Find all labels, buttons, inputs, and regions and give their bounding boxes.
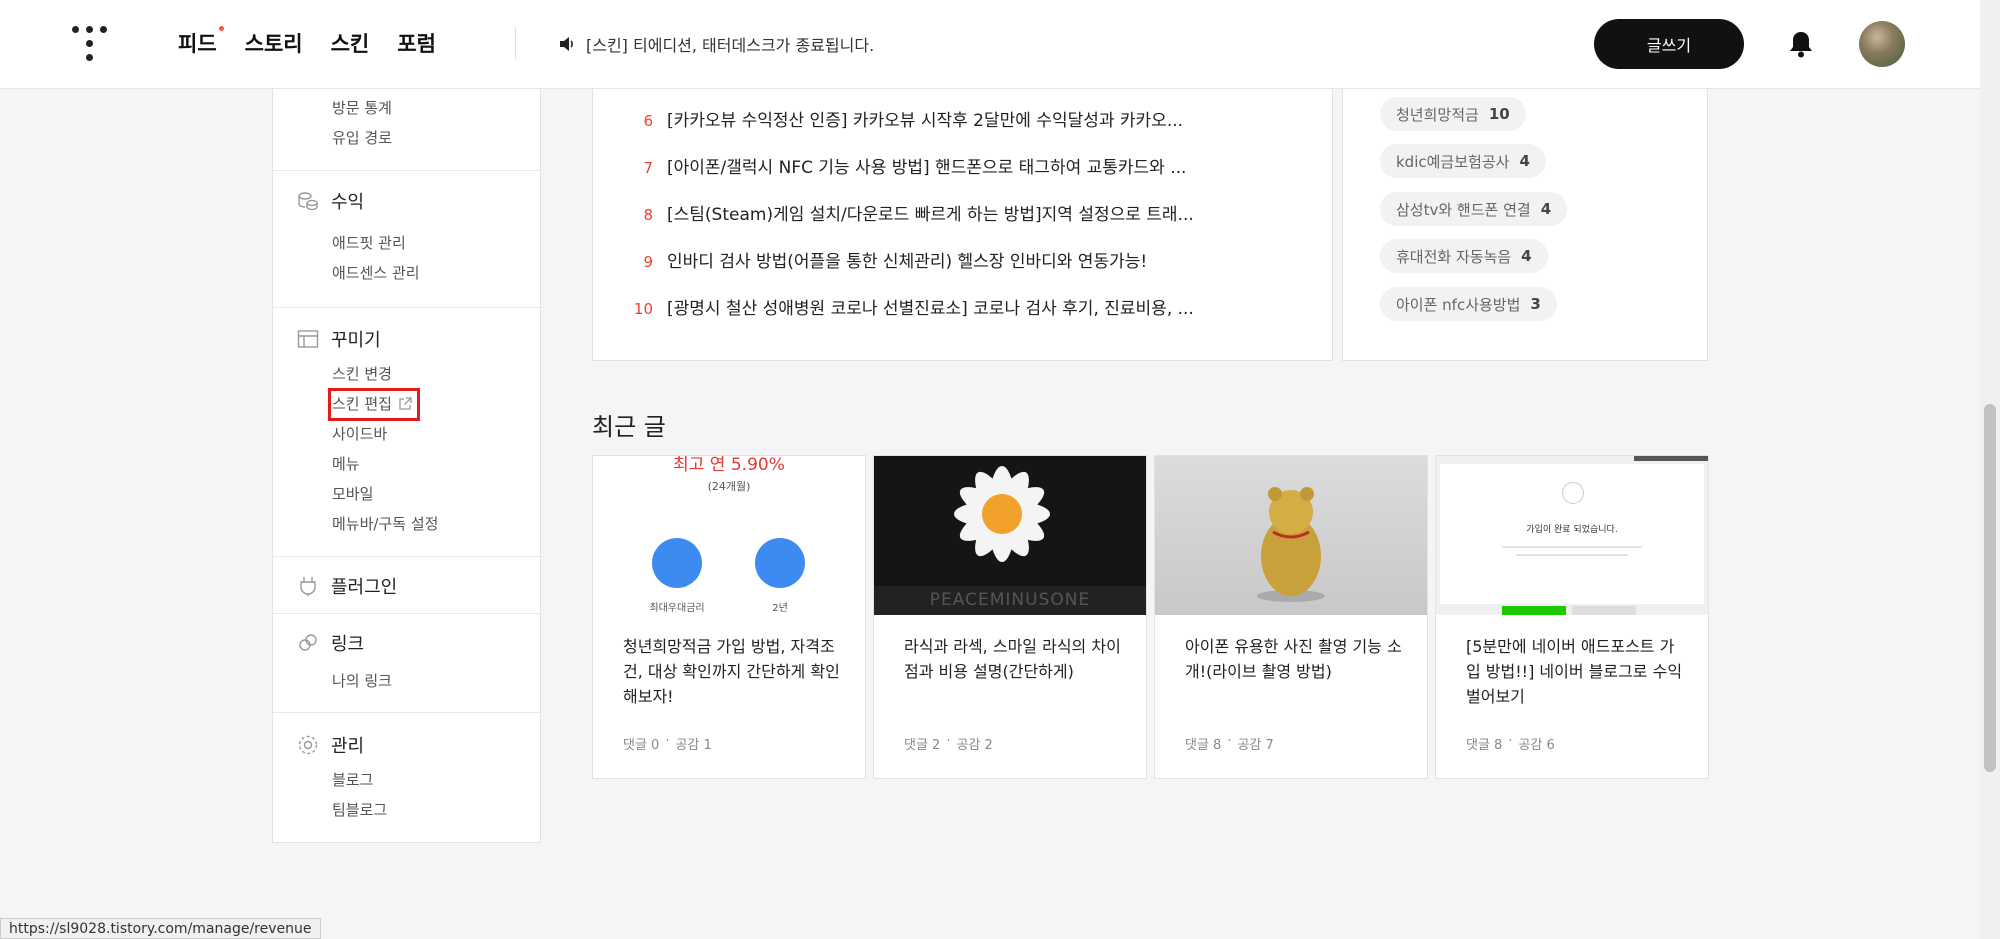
plug-icon bbox=[300, 577, 316, 596]
post-meta: 댓글 2 · 공감 2 bbox=[904, 734, 993, 753]
sidebar-item-skin-change[interactable]: 스킨 변경 bbox=[332, 363, 392, 384]
popular-post-row[interactable]: 10 [광명시 철산 성애병원 코로나 선별진료소] 코로나 검사 후기, 진료비… bbox=[633, 294, 1194, 319]
user-avatar[interactable] bbox=[1859, 21, 1905, 67]
sidebar-item-adsense[interactable]: 애드센스 관리 bbox=[332, 262, 420, 283]
post-meta: 댓글 8 · 공감 6 bbox=[1466, 734, 1555, 753]
tag-chip[interactable]: 청년희망적금 10 bbox=[1380, 97, 1526, 131]
highlight-box bbox=[328, 388, 420, 421]
tag-chip[interactable]: 아이폰 nfc사용방법 3 bbox=[1380, 287, 1557, 321]
browser-status-url: https://sl9028.tistory.com/manage/revenu… bbox=[0, 918, 321, 939]
recent-post-card[interactable]: PEACEMINUSONE 라식과 라섹, 스마일 라식의 차이점과 비용 설명… bbox=[873, 455, 1147, 779]
sidebar-head-plugin[interactable]: 플러그인 bbox=[297, 573, 397, 599]
popular-posts-card: 6 [카카오뷰 수익정산 인증] 카카오뷰 시작후 2달만에 수익달성과 카카오.… bbox=[592, 89, 1333, 361]
popular-post-row[interactable]: 6 [카카오뷰 수익정산 인증] 카카오뷰 시작후 2달만에 수익달성과 카카오.… bbox=[633, 106, 1183, 131]
post-thumbnail: 최고 연 5.90% (24개월) 최대우대금리 2년 bbox=[593, 456, 865, 615]
popular-post-row[interactable]: 8 [스팀(Steam)게임 설치/다운로드 빠르게 하는 방법]지역 설정으로 … bbox=[633, 200, 1193, 225]
notice-bar[interactable]: [스킨] 티에디션, 태터데스크가 종료됩니다. bbox=[558, 32, 874, 56]
tistory-logo[interactable] bbox=[72, 26, 108, 62]
sidebar-item-visit-stats[interactable]: 방문 통계 bbox=[332, 97, 392, 118]
recent-post-card[interactable]: 가입이 완료 되었습니다. [5분만에 네이버 애드포스트 가입 방법!!] 네… bbox=[1435, 455, 1709, 779]
sidebar-head-link[interactable]: 링크 bbox=[297, 630, 364, 656]
post-title: 아이폰 유용한 사진 촬영 기능 소개!(라이브 촬영 방법) bbox=[1185, 637, 1402, 681]
sidebar-group-admin: 관리 블로그 팀블로그 bbox=[273, 713, 540, 841]
sidebar-item-sidebar[interactable]: 사이드바 bbox=[332, 423, 387, 444]
main-nav: 피드 스토리 스킨 포럼 bbox=[178, 26, 436, 58]
sidebar-item-my-links[interactable]: 나의 링크 bbox=[332, 670, 392, 691]
recent-post-card[interactable]: 아이폰 유용한 사진 촬영 기능 소개!(라이브 촬영 방법) 댓글 8 · 공감 … bbox=[1154, 455, 1428, 779]
page-scrollbar[interactable] bbox=[1980, 0, 2000, 939]
sidebar-group-decorate: 꾸미기 스킨 변경 스킨 편집 사이드바 메뉴 모바일 메뉴바/구독 설정 bbox=[273, 308, 540, 557]
post-meta: 댓글 8 · 공감 7 bbox=[1185, 734, 1274, 753]
gear-icon bbox=[298, 735, 318, 755]
sidebar-item-adfit[interactable]: 애드핏 관리 bbox=[332, 232, 406, 253]
sidebar-item-team-blog[interactable]: 팀블로그 bbox=[332, 799, 387, 820]
post-thumbnail bbox=[1155, 456, 1427, 615]
sidebar-item-blog[interactable]: 블로그 bbox=[332, 769, 373, 790]
recent-posts-heading: 최근 글 bbox=[592, 413, 666, 441]
coins-icon bbox=[298, 192, 318, 211]
post-title: 청년희망적금 가입 방법, 자격조건, 대상 확인까지 간단하게 확인해보자! bbox=[623, 637, 840, 706]
scrollbar-thumb[interactable] bbox=[1984, 404, 1996, 772]
nav-forum[interactable]: 포럼 bbox=[397, 28, 436, 58]
speaker-icon bbox=[560, 37, 573, 51]
link-icon bbox=[299, 634, 317, 651]
tag-chip[interactable]: kdic예금보험공사 4 bbox=[1380, 144, 1546, 178]
sidebar-group-plugin: 플러그인 bbox=[273, 557, 540, 614]
post-meta: 댓글 0 · 공감 1 bbox=[623, 734, 712, 753]
sidebar-item-mobile[interactable]: 모바일 bbox=[332, 483, 373, 504]
popular-post-row[interactable]: 7 [아이폰/갤럭시 NFC 기능 사용 방법] 핸드폰으로 태그하여 교통카드와… bbox=[633, 153, 1186, 178]
write-button[interactable]: 글쓰기 bbox=[1594, 19, 1744, 69]
post-title: [5분만에 네이버 애드포스트 가입 방법!!] 네이버 블로그로 수익 벌어보… bbox=[1466, 637, 1683, 706]
gold-bear-photo bbox=[1257, 487, 1325, 602]
sidebar-item-menubar-subscribe[interactable]: 메뉴바/구독 설정 bbox=[332, 513, 438, 534]
post-thumbnail: PEACEMINUSONE bbox=[874, 456, 1146, 615]
calendar-icon bbox=[755, 538, 805, 588]
sidebar-group-revenue: 수익 애드핏 관리 애드센스 관리 bbox=[273, 171, 540, 308]
nav-story[interactable]: 스토리 bbox=[245, 28, 303, 58]
sidebar-head-revenue[interactable]: 수익 bbox=[297, 188, 364, 214]
sidebar-head-admin[interactable]: 관리 bbox=[297, 732, 364, 758]
tag-chip[interactable]: 휴대전화 자동녹음 4 bbox=[1380, 239, 1548, 273]
top-header: 피드 스토리 스킨 포럼 [스킨] 티에디션, 태터데스크가 종료됩니다. 글쓰… bbox=[0, 0, 1980, 89]
post-title: 라식과 라섹, 스마일 라식의 차이점과 비용 설명(간단하게) bbox=[904, 637, 1121, 681]
tag-chip[interactable]: 삼성tv와 핸드폰 연결 4 bbox=[1380, 192, 1568, 226]
sidebar-item-menu[interactable]: 메뉴 bbox=[332, 453, 360, 474]
layout-icon bbox=[297, 330, 319, 348]
manage-sidebar: 방문 통계 유입 경로 수익 애드핏 관리 애드센스 관리 꾸미기 스킨 변경 … bbox=[272, 89, 541, 843]
new-indicator-dot bbox=[218, 26, 224, 31]
popular-post-row[interactable]: 9 인바디 검사 방법(어플을 통한 신체관리) 헬스장 인바디와 연동가능! bbox=[633, 247, 1147, 272]
sidebar-head-decorate[interactable]: 꾸미기 bbox=[297, 326, 381, 352]
notice-text: [스킨] 티에디션, 태터데스크가 종료됩니다. bbox=[586, 36, 875, 55]
post-thumbnail: 가입이 완료 되었습니다. bbox=[1436, 456, 1708, 615]
recent-post-card[interactable]: 최고 연 5.90% (24개월) 최대우대금리 2년 청년희망적금 가입 방법… bbox=[592, 455, 866, 779]
check-circle-icon bbox=[1562, 482, 1584, 504]
nav-skin[interactable]: 스킨 bbox=[331, 28, 370, 58]
sidebar-item-referrer[interactable]: 유입 경로 bbox=[332, 127, 392, 148]
sidebar-group-link: 링크 나의 링크 bbox=[273, 614, 540, 713]
nav-feed[interactable]: 피드 bbox=[178, 26, 224, 58]
savings-icon bbox=[652, 538, 702, 588]
nav-divider bbox=[515, 27, 516, 59]
bell-icon[interactable] bbox=[1788, 30, 1814, 58]
sidebar-group-stats: 방문 통계 유입 경로 bbox=[273, 89, 540, 171]
